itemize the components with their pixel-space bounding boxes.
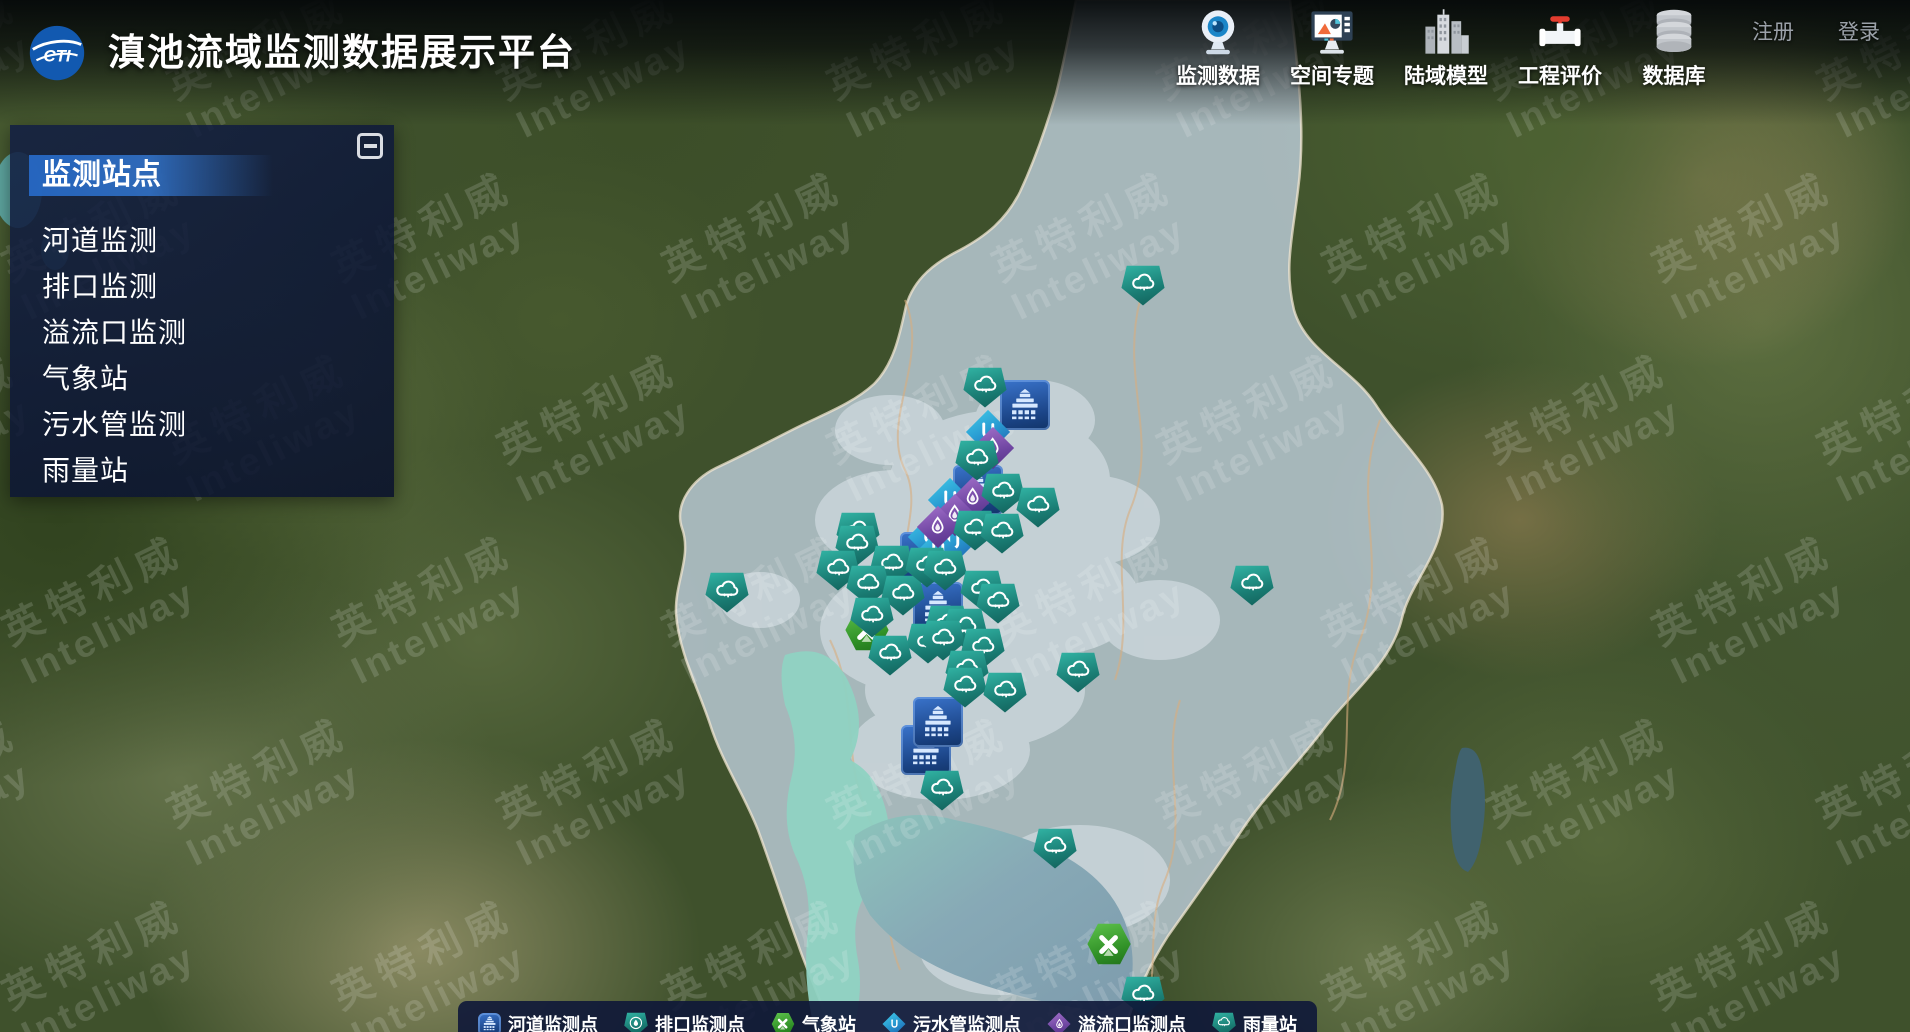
cti-logo[interactable]: CTI	[28, 24, 86, 82]
cloud-rain-icon	[887, 578, 920, 611]
cloud-rain-icon	[1127, 268, 1160, 301]
map-viewport: 英特利威Inteliway英特利威Inteliway英特利威Inteliway英…	[0, 0, 1910, 1032]
rain-marker[interactable]	[920, 770, 964, 811]
cloud-rain-icon	[986, 516, 1019, 549]
rain-marker[interactable]	[1056, 652, 1100, 693]
nav-label: 工程评价	[1518, 60, 1602, 90]
cloud-rain-icon	[1039, 831, 1072, 864]
rain-marker[interactable]	[868, 635, 912, 676]
river-marker[interactable]	[1000, 380, 1050, 430]
page-title: 滇池流域监测数据展示平台	[108, 22, 576, 76]
legend-item-overflow[interactable]: 溢流口监测点	[1047, 1011, 1186, 1032]
pipe-u-icon	[882, 1012, 906, 1032]
webcam-icon	[1192, 6, 1244, 58]
rain-marker[interactable]	[1121, 265, 1165, 306]
nav-label: 空间专题	[1290, 60, 1374, 90]
panel-menu: 河道监测 排口监测 溢流口监测 气象站 污水管监测 雨量站	[10, 218, 394, 494]
cloud-rain-icon	[874, 638, 907, 671]
sidebar-item-rain-station[interactable]: 雨量站	[10, 448, 394, 494]
nav-spatial-theme[interactable]: 空间专题	[1284, 6, 1380, 90]
panel-title: 监测站点	[29, 155, 273, 196]
nav-monitor-data[interactable]: 监测数据	[1170, 6, 1266, 90]
dam-bridge-icon	[478, 1013, 501, 1032]
overflow-drop-icon	[924, 513, 951, 540]
overflow-drop-icon	[1047, 1012, 1071, 1032]
nav-project-evaluation[interactable]: 工程评价	[1512, 6, 1608, 90]
sidebar-item-river-monitoring[interactable]: 河道监测	[10, 218, 394, 264]
map-legend: 河道监测点 排口监测点 气象站 污水管监测点 溢流口监测点 雨量站	[458, 1001, 1317, 1032]
cloud-rain-icon	[987, 476, 1020, 509]
cloud-rain-icon	[711, 575, 744, 608]
legend-label: 气象站	[802, 1011, 856, 1032]
rain-marker[interactable]	[1230, 565, 1274, 606]
minus-icon	[364, 144, 377, 148]
cloud-rain-icon	[989, 675, 1022, 708]
legend-item-rain[interactable]: 雨量站	[1212, 1011, 1297, 1032]
cloud-rain-icon	[969, 370, 1002, 403]
svg-text:CTI: CTI	[43, 46, 71, 65]
cloud-rain-icon	[1236, 568, 1269, 601]
legend-label: 溢流口监测点	[1078, 1011, 1186, 1032]
dam-bridge-icon	[1004, 384, 1046, 426]
anemometer-x-icon	[1092, 928, 1125, 961]
register-link[interactable]: 注册	[1752, 16, 1794, 46]
rain-marker[interactable]	[705, 572, 749, 613]
legend-label: 排口监测点	[655, 1011, 745, 1032]
legend-item-outfall[interactable]: 排口监测点	[624, 1011, 745, 1032]
weather-marker[interactable]	[1086, 922, 1132, 966]
rain-marker[interactable]	[1016, 487, 1060, 528]
legend-label: 污水管监测点	[913, 1011, 1021, 1032]
legend-label: 河道监测点	[508, 1011, 598, 1032]
legend-item-weather[interactable]: 气象站	[771, 1011, 856, 1032]
anemometer-x-icon	[771, 1012, 795, 1032]
nav-label: 数据库	[1643, 60, 1706, 90]
cloud-rain-icon	[929, 553, 962, 586]
cloud-rain-icon	[1022, 490, 1055, 523]
cloud-rain-icon	[982, 586, 1015, 619]
nav-land-model[interactable]: 陆域模型	[1398, 6, 1494, 90]
cloud-rain-icon	[949, 670, 982, 703]
sidebar-item-sewage-monitoring[interactable]: 污水管监测	[10, 402, 394, 448]
nav-database[interactable]: 数据库	[1626, 6, 1722, 90]
monitor-chart-icon	[1306, 6, 1358, 58]
rain-marker[interactable]	[983, 672, 1027, 713]
cloud-rain-icon	[961, 443, 994, 476]
login-link[interactable]: 登录	[1838, 16, 1880, 46]
droplet-ring-icon	[624, 1012, 648, 1032]
cloud-rain-icon	[1212, 1012, 1236, 1032]
auth-links: 注册 登录	[1752, 16, 1880, 46]
cloud-rain-icon	[852, 568, 885, 601]
monitoring-stations-panel: 监测站点 河道监测 排口监测 溢流口监测 气象站 污水管监测 雨量站	[10, 125, 394, 497]
rain-marker[interactable]	[1033, 828, 1077, 869]
river-marker[interactable]	[913, 697, 963, 747]
top-bar: CTI 滇池流域监测数据展示平台 监测数据	[0, 0, 1910, 100]
cloud-rain-icon	[1062, 655, 1095, 688]
sidebar-item-weather-station[interactable]: 气象站	[10, 356, 394, 402]
legend-label: 雨量站	[1243, 1011, 1297, 1032]
pipe-valve-icon	[1534, 6, 1586, 58]
rain-marker[interactable]	[980, 513, 1024, 554]
legend-item-river[interactable]: 河道监测点	[478, 1011, 598, 1032]
database-icon	[1648, 6, 1700, 58]
sidebar-item-outfall-monitoring[interactable]: 排口监测	[10, 264, 394, 310]
dam-bridge-icon	[917, 701, 959, 743]
collapse-panel-button[interactable]	[357, 133, 383, 159]
city-buildings-icon	[1420, 6, 1472, 58]
legend-item-sewage[interactable]: 污水管监测点	[882, 1011, 1021, 1032]
sidebar-item-overflow-monitoring[interactable]: 溢流口监测	[10, 310, 394, 356]
nav-label: 监测数据	[1176, 60, 1260, 90]
main-nav: 监测数据 空间专题	[1170, 6, 1722, 90]
cloud-rain-icon	[926, 773, 959, 806]
cloud-rain-icon	[856, 600, 889, 633]
nav-label: 陆域模型	[1404, 60, 1488, 90]
